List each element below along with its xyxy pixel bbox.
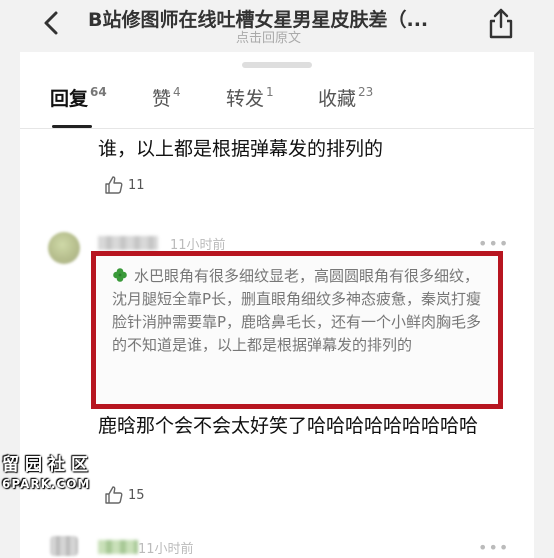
blurred-username	[98, 540, 138, 554]
blurred-username	[98, 236, 158, 250]
share-icon	[489, 8, 513, 39]
watermark-main: 留园社区	[2, 455, 94, 475]
like-button[interactable]: 15	[104, 484, 145, 506]
tab-count: 1	[266, 85, 274, 99]
watermark-sub: 6PARK.COM	[2, 477, 91, 491]
back-button[interactable]	[38, 8, 66, 38]
like-count: 15	[128, 487, 145, 503]
tab-likes[interactable]: 赞4	[152, 84, 181, 120]
tab-replies[interactable]: 回复 64	[50, 84, 107, 120]
top-nav-bar: B站修图师在线吐槽女星男星皮肤差（... 点击回原文	[0, 0, 554, 52]
clover-icon	[113, 268, 127, 282]
watermark: 留园社区 6PARK.COM	[2, 450, 102, 500]
back-to-original-link[interactable]: 点击回原文	[236, 27, 301, 46]
comment-text: 鹿晗那个会不会太好笑了哈哈哈哈哈哈哈哈哈	[98, 415, 479, 437]
avatar[interactable]	[48, 232, 80, 264]
comment-time: 11小时前	[138, 542, 194, 557]
tab-label: 转发	[226, 88, 265, 110]
like-button[interactable]: 11	[104, 174, 145, 196]
tab-label: 赞	[152, 88, 172, 110]
quoted-comment: 水巴眼角有很多细纹显老，高圆圆眼角有很多细纹，沈月腿短全靠P长，删直眼角细纹多神…	[112, 265, 492, 357]
tab-favorites[interactable]: 收藏 23	[318, 84, 373, 120]
thumbs-up-icon	[105, 176, 123, 194]
avatar[interactable]	[50, 536, 78, 556]
more-options-icon[interactable]: •••	[478, 538, 509, 557]
tab-reposts[interactable]: 转发 1	[226, 84, 274, 120]
tab-label: 回复	[50, 88, 89, 110]
tab-count: 23	[358, 85, 374, 99]
tab-count: 4	[173, 85, 181, 99]
quote-text: 水巴眼角有很多细纹显老，高圆圆眼角有很多细纹，沈月腿短全靠P长，删直眼角细纹多神…	[112, 267, 482, 354]
share-button[interactable]	[486, 6, 516, 40]
reply-text: 谁，以上都是根据弹幕发的排列的	[98, 138, 384, 160]
tab-label: 收藏	[318, 88, 357, 110]
tab-count: 64	[90, 85, 107, 99]
sheet-drag-handle[interactable]	[242, 62, 312, 68]
tab-bar: 回复 64 赞4 转发 1 收藏 23	[20, 80, 534, 130]
chevron-left-icon	[44, 11, 58, 35]
like-count: 11	[128, 177, 145, 193]
divider	[20, 128, 534, 129]
thumbs-up-icon	[105, 486, 123, 504]
